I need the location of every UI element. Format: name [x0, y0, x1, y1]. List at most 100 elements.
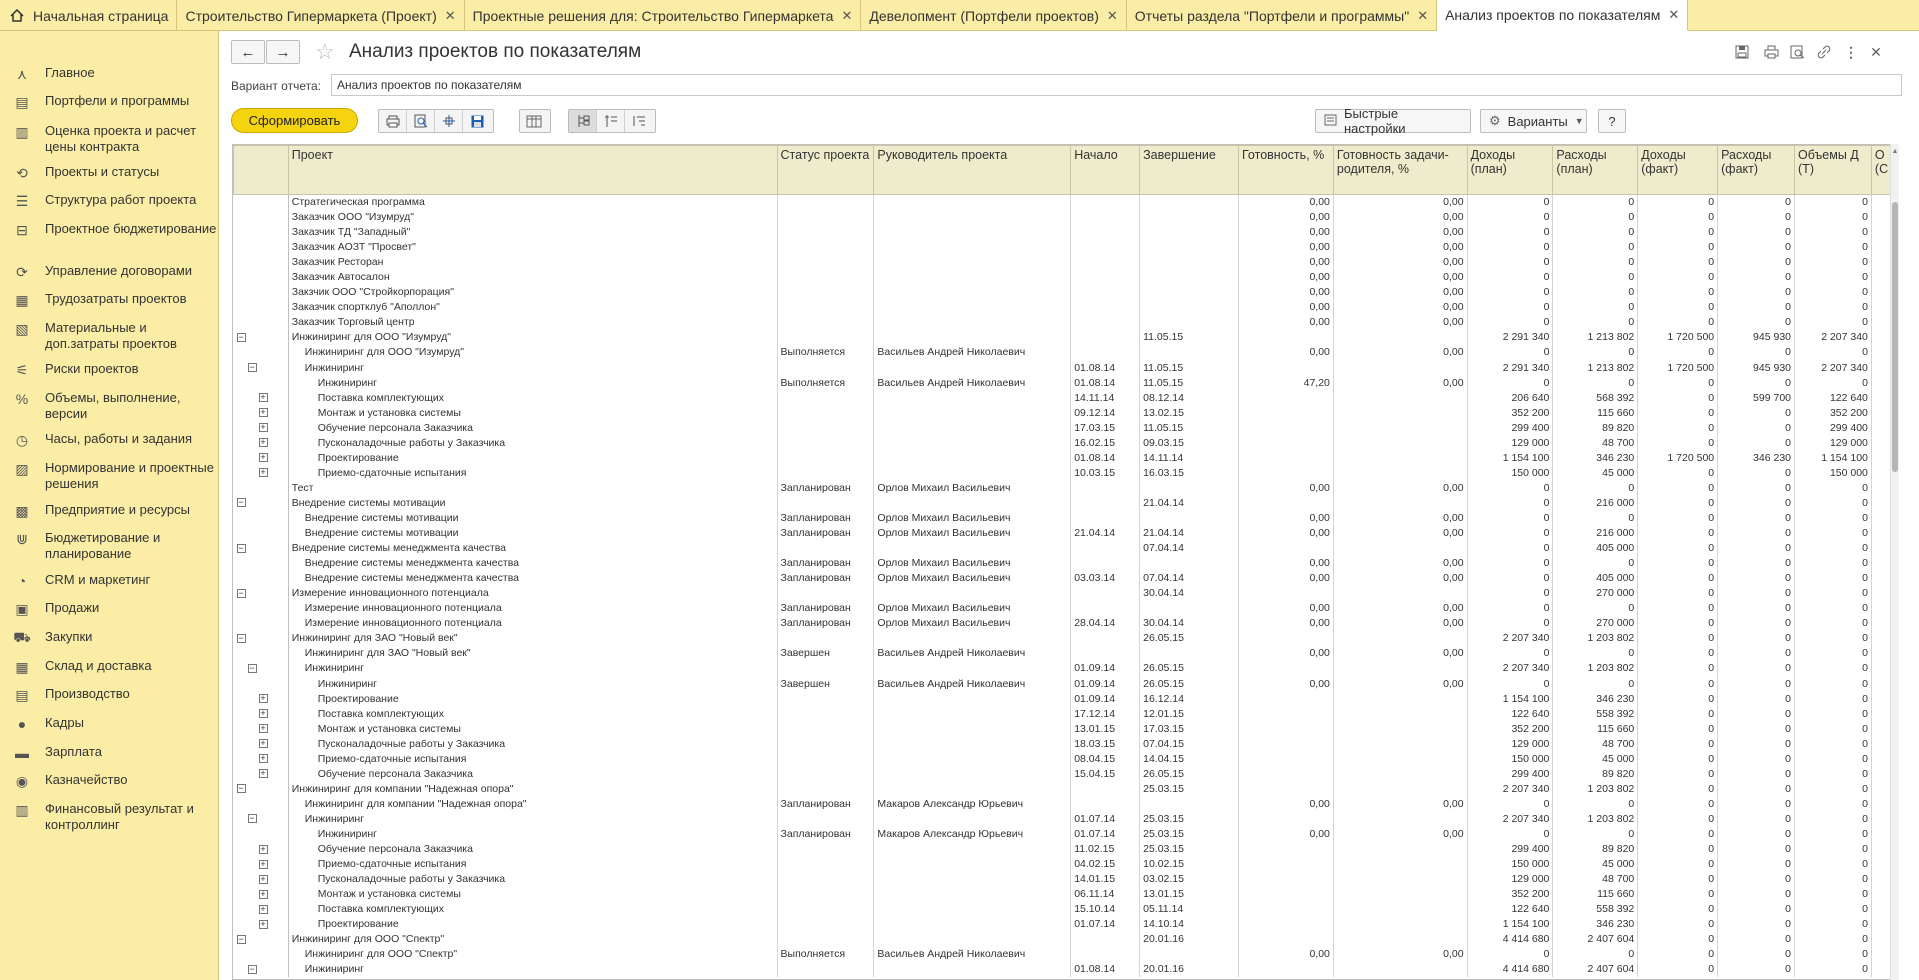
- table-row[interactable]: + Приемо-сдаточные испытания 10.03.15 16.03…: [233, 465, 1898, 481]
- sidebar-item-1[interactable]: ▤ Портфели и программы: [0, 93, 219, 111]
- expand-icon[interactable]: +: [258, 889, 268, 899]
- preview-icon[interactable]: [1786, 42, 1808, 62]
- column-header[interactable]: Статус проекта: [776, 145, 875, 195]
- column-header[interactable]: Готовность, %: [1238, 145, 1334, 195]
- sidebar-item-13[interactable]: ▩ Предприятие и ресурсы: [0, 502, 219, 520]
- tab-4[interactable]: Отчеты раздела "Портфели и программы" ✕: [1127, 0, 1438, 31]
- preview-icon[interactable]: [407, 110, 435, 132]
- forward-button[interactable]: →: [266, 40, 300, 64]
- sidebar-item-0[interactable]: ⋏ Главное: [0, 65, 219, 83]
- sidebar-item-16[interactable]: ▣ Продажи: [0, 600, 219, 618]
- column-header[interactable]: Начало: [1070, 145, 1141, 195]
- table-row[interactable]: + Проектирование 01.07.14 14.10.14 1 154 100…: [233, 916, 1898, 932]
- close-tab-icon[interactable]: ✕: [1668, 7, 1679, 23]
- table-row[interactable]: − Инжиниринг для ООО "Спектр" 20.01.16 4 41…: [233, 931, 1898, 947]
- column-header[interactable]: Расходы (факт): [1717, 145, 1796, 195]
- table-row[interactable]: Тест Запланирован Орлов Михаил Васильевич 0…: [233, 480, 1898, 496]
- expand-icon[interactable]: +: [258, 709, 268, 719]
- collapse-icon[interactable]: −: [236, 543, 246, 553]
- table-row[interactable]: − Инжиниринг 01.08.14 11.05.15 2 291 340 1 21…: [233, 360, 1898, 376]
- table-row[interactable]: + Проектирование 01.08.14 14.11.14 1 154 100…: [233, 450, 1898, 466]
- expand-icon[interactable]: +: [258, 919, 268, 929]
- table-row[interactable]: + Обучение персонала Заказчика 17.03.15 11.…: [233, 420, 1898, 436]
- table-row[interactable]: Инжиниринг для компании "Надежная опора"…: [233, 796, 1898, 812]
- table-row[interactable]: − Внедрение системы менеджмента качества 0…: [233, 540, 1898, 556]
- column-header[interactable]: Проект: [287, 145, 778, 195]
- table-view-icon[interactable]: [520, 110, 548, 132]
- collapse-icon[interactable]: −: [236, 784, 246, 794]
- table-row[interactable]: Инжиниринг для ООО "Изумруд" Выполняется В…: [233, 344, 1898, 361]
- table-row[interactable]: Заказчик Автосалон 0,00 0,00 0 0 0 0 0: [233, 269, 1898, 285]
- generate-button[interactable]: Сформировать: [231, 108, 358, 133]
- sidebar-item-11[interactable]: ◷ Часы, работы и задания: [0, 431, 219, 449]
- print-icon[interactable]: [379, 110, 407, 132]
- column-header[interactable]: Готовность задачи-родителя, %: [1332, 145, 1468, 195]
- table-row[interactable]: + Монтаж и установка системы 06.11.14 13.01…: [233, 886, 1898, 902]
- table-row[interactable]: − Инжиниринг 01.08.14 20.01.16 4 414 680 2 40…: [233, 961, 1898, 977]
- table-row[interactable]: Закзчик ООО "Стройкорпорация" 0,00 0,00 0 0 0…: [233, 284, 1898, 300]
- sidebar-item-10[interactable]: % Объемы, выполнение, версии: [0, 390, 219, 422]
- table-row[interactable]: − Инжиниринг для ЗАО "Новый век" 26.05.15 2…: [233, 630, 1898, 646]
- expand-icon[interactable]: +: [258, 769, 268, 779]
- scroll-up-icon[interactable]: ▲: [1891, 148, 1899, 156]
- sidebar-item-7[interactable]: ▦ Трудозатраты проектов: [0, 291, 219, 309]
- sidebar-item-22[interactable]: ◉ Казначейство: [0, 772, 219, 790]
- collapse-icon[interactable]: −: [236, 588, 246, 598]
- sidebar-item-20[interactable]: ● Кадры: [0, 715, 219, 733]
- table-row[interactable]: + Приемо-сдаточные испытания 04.02.15 10.02…: [233, 856, 1898, 872]
- print-icon[interactable]: [1760, 42, 1782, 62]
- table-row[interactable]: Инжиниринг Выполняется Васильев Андрей Ник…: [233, 375, 1898, 391]
- tab-1[interactable]: Строительство Гипермаркета (Проект) ✕: [177, 0, 465, 31]
- close-tab-icon[interactable]: ✕: [445, 8, 456, 24]
- table-row[interactable]: Инжиниринг Запланирован Макаров Александр …: [233, 826, 1898, 842]
- expand-icon[interactable]: +: [258, 423, 268, 433]
- collapse-icon[interactable]: −: [236, 934, 246, 944]
- back-button[interactable]: ←: [231, 40, 265, 64]
- sidebar-item-5[interactable]: ⊟ Проектное бюджетирование: [0, 221, 219, 239]
- sidebar-item-15[interactable]: ◔ CRM и маркетинг: [0, 572, 219, 590]
- sidebar-item-4[interactable]: ☰ Структура работ проекта: [0, 192, 219, 210]
- table-row[interactable]: − Инжиниринг для ООО "Изумруд" 11.05.15 2 2…: [233, 329, 1898, 345]
- collapse-icon[interactable]: −: [247, 363, 257, 373]
- table-row[interactable]: Измерение инновационного потенциала Запла…: [233, 615, 1898, 631]
- table-row[interactable]: Заказчик АОЗТ "Просвет" 0,00 0,00 0 0 0 0 0: [233, 239, 1898, 255]
- favorite-star-icon[interactable]: ☆: [315, 39, 335, 65]
- table-row[interactable]: Заказчик ООО "Изумруд" 0,00 0,00 0 0 0 0 0: [233, 209, 1898, 225]
- vertical-scrollbar[interactable]: ▲: [1890, 144, 1899, 980]
- more-menu-icon[interactable]: ⋮: [1840, 42, 1862, 62]
- table-row[interactable]: Инжиниринг Завершен Васильев Андрей Никола…: [233, 676, 1898, 692]
- expand-icon[interactable]: +: [258, 438, 268, 448]
- table-row[interactable]: + Поставка комплектующих 15.10.14 05.11.14 1…: [233, 901, 1898, 917]
- column-header[interactable]: Объемы Д (Т): [1794, 145, 1872, 195]
- report-spreadsheet[interactable]: Проект Статус проекта Руководитель проекта…: [232, 144, 1899, 980]
- close-tab-icon[interactable]: ✕: [1417, 8, 1428, 24]
- table-row[interactable]: + Обучение персонала Заказчика 15.04.15 26.…: [233, 766, 1898, 782]
- table-row[interactable]: + Обучение персонала Заказчика 11.02.15 25.…: [233, 841, 1898, 857]
- collapse-icon[interactable]: −: [247, 663, 257, 673]
- table-row[interactable]: Заказчик Торговый центр 0,00 0,00 0 0 0 0 0: [233, 314, 1898, 330]
- variants-button[interactable]: ⚙ Варианты ▼: [1480, 109, 1587, 133]
- table-row[interactable]: Заказчик спортклуб "Аполлон" 0,00 0,00 0 0 0 0…: [233, 299, 1898, 315]
- expand-icon[interactable]: +: [258, 859, 268, 869]
- column-header[interactable]: Завершение: [1139, 145, 1239, 195]
- help-button[interactable]: ?: [1598, 109, 1626, 133]
- sidebar-item-21[interactable]: ▬ Зарплата: [0, 744, 219, 762]
- save-icon[interactable]: [463, 110, 491, 132]
- move-icon[interactable]: [435, 110, 463, 132]
- sidebar-item-8[interactable]: ▧ Материальные и доп.затраты проектов: [0, 320, 219, 352]
- expand-icon[interactable]: +: [258, 754, 268, 764]
- sidebar-item-17[interactable]: ⛟ Закупки: [0, 629, 219, 647]
- expand-icon[interactable]: +: [258, 724, 268, 734]
- collapse-icon[interactable]: −: [247, 964, 257, 974]
- close-tab-icon[interactable]: ✕: [841, 8, 852, 24]
- tab-home[interactable]: Начальная страница: [0, 0, 178, 31]
- save-icon[interactable]: [1731, 42, 1753, 62]
- table-row[interactable]: − Внедрение системы мотивации 21.04.14 0 216…: [233, 495, 1898, 511]
- table-row[interactable]: + Приемо-сдаточные испытания 08.04.15 14.04…: [233, 751, 1898, 767]
- table-row[interactable]: Инжиниринг для ЗАО "Новый век" Завершен Ва…: [233, 645, 1898, 661]
- tab-5[interactable]: Анализ проектов по показателям ✕: [1437, 0, 1689, 31]
- expand-icon[interactable]: +: [258, 694, 268, 704]
- sidebar-item-6[interactable]: ⟳ Управление договорами: [0, 263, 219, 281]
- sidebar-item-18[interactable]: ▦ Склад и доставка: [0, 658, 219, 676]
- table-row[interactable]: Внедрение системы менеджмента качества За…: [233, 555, 1898, 571]
